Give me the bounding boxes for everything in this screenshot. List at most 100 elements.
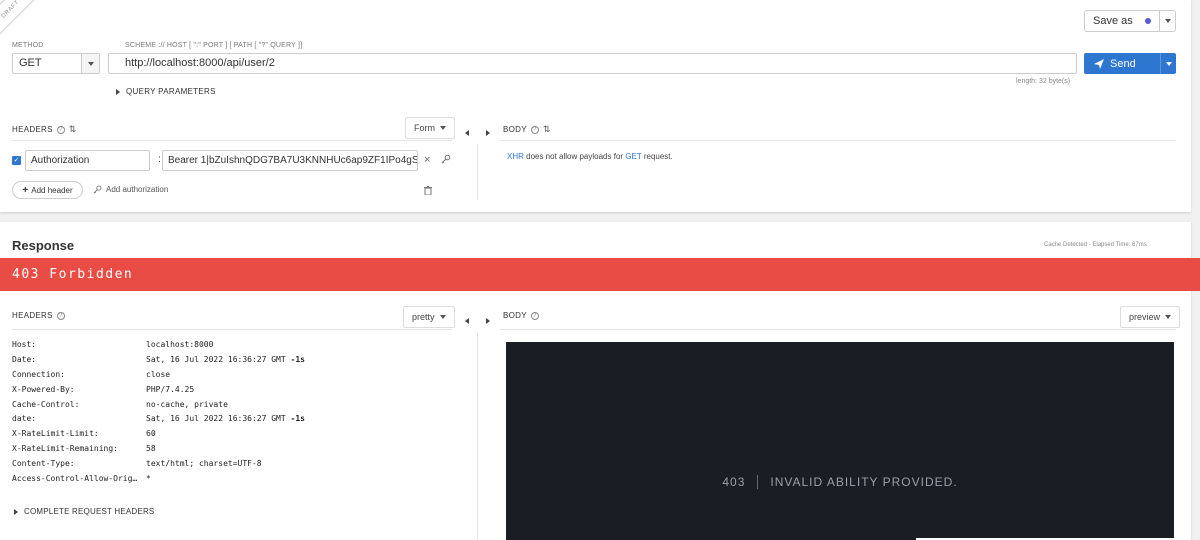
divider — [12, 329, 452, 330]
header-value: 60 — [146, 429, 156, 439]
request-body-label: BODY — [503, 125, 527, 134]
remove-header-icon[interactable]: × — [424, 154, 430, 166]
header-row: Connection: close — [12, 367, 305, 382]
method-select[interactable]: GET — [12, 53, 100, 74]
send-button[interactable]: Send — [1084, 53, 1176, 74]
chevron-down-icon — [87, 61, 94, 66]
header-name-input[interactable]: Authorization — [25, 150, 150, 171]
query-parameters-label: QUERY PARAMETERS — [126, 87, 216, 96]
plus-icon: + — [22, 184, 29, 196]
header-row: Access-Control-Allow-Orig… * — [12, 471, 305, 486]
sort-icon[interactable]: ⇅ — [69, 124, 77, 135]
method-link[interactable]: GET — [625, 152, 641, 161]
response-headers-title: HEADERS ? — [12, 311, 65, 320]
error-text: INVALID ABILITY PROVIDED. — [770, 475, 958, 489]
response-body-label: BODY — [503, 311, 527, 320]
expand-arrow-icon — [14, 508, 18, 515]
add-authorization-link[interactable]: Add authorization — [93, 185, 168, 194]
response-body-title: BODY ? — [503, 311, 539, 320]
url-format-label: SCHEME :// HOST [ ":" PORT ] [ PATH [ "?… — [125, 42, 303, 49]
help-icon[interactable]: ? — [530, 311, 539, 320]
body-preview: 403 INVALID ABILITY PROVIDED. — [506, 342, 1174, 540]
unsaved-dot-icon — [1145, 18, 1151, 24]
collapse-left-icon[interactable] — [465, 125, 469, 139]
send-label: Send — [1110, 57, 1136, 70]
xhr-link[interactable]: XHR — [507, 152, 524, 161]
header-row: Cache-Control: no-cache, private — [12, 397, 305, 412]
header-value: text/html; charset=UTF-8 — [146, 459, 262, 469]
response-headers-table: Host: localhost:8000 Date: Sat, 16 Jul 202… — [12, 337, 305, 486]
chevron-down-icon — [439, 315, 446, 319]
header-row: Date: Sat, 16 Jul 2022 16:36:27 GMT -1s — [12, 352, 305, 367]
body-note-text: does not allow payloads for — [523, 152, 626, 161]
collapse-right-icon[interactable] — [486, 313, 490, 327]
header-key: Cache-Control: — [12, 399, 80, 409]
body-note: XHR does not allow payloads for GET requ… — [507, 152, 673, 161]
header-key: X-Powered-By: — [12, 384, 75, 394]
chevron-down-icon — [1164, 19, 1171, 23]
request-headers-label: HEADERS — [12, 125, 53, 134]
collapse-left-icon[interactable] — [465, 313, 469, 327]
save-as-button[interactable]: Save as — [1084, 10, 1176, 32]
header-key: X-RateLimit-Remaining: — [12, 444, 118, 454]
header-value: Sat, 16 Jul 2022 16:36:27 GMT -1s — [146, 414, 305, 424]
header-key: Host: — [12, 339, 37, 349]
method-value: GET — [19, 57, 42, 69]
header-key: Connection: — [12, 369, 65, 379]
body-note-end: request. — [641, 152, 673, 161]
error-message: 403 INVALID ABILITY PROVIDED. — [506, 475, 1174, 489]
save-as-dropdown-toggle[interactable] — [1159, 11, 1175, 31]
send-icon — [1094, 58, 1104, 69]
header-value: 58 — [146, 444, 156, 454]
trash-icon[interactable] — [424, 184, 432, 198]
response-headers-mode-value: pretty — [412, 312, 435, 322]
response-headers-label: HEADERS — [12, 311, 53, 320]
key-icon — [93, 185, 102, 194]
help-icon[interactable]: ? — [56, 125, 65, 134]
header-row: X-RateLimit-Limit: 60 — [12, 426, 305, 441]
body-mode-value: preview — [1129, 312, 1161, 322]
send-dropdown-toggle[interactable] — [1160, 53, 1176, 74]
header-value-input[interactable]: Bearer 1|bZuIshnQDG7BA7U3KNNHUc6ap9ZF1IP… — [162, 150, 418, 171]
header-row: Host: localhost:8000 — [12, 337, 305, 352]
response-title: Response — [12, 238, 75, 253]
save-as-label: Save as — [1093, 15, 1133, 27]
header-value: Sat, 16 Jul 2022 16:36:27 GMT -1s — [146, 354, 305, 364]
add-header-button[interactable]: + Add header — [12, 181, 83, 199]
header-row: X-Powered-By: PHP/7.4.25 — [12, 382, 305, 397]
url-input[interactable]: http://localhost:8000/api/user/2 — [108, 53, 1077, 74]
request-body-title: BODY ? ⇅ — [503, 124, 551, 135]
headers-mode-value: Form — [414, 123, 435, 133]
header-key: Content-Type: — [12, 459, 75, 469]
header-value: PHP/7.4.25 — [146, 384, 195, 394]
collapse-right-icon[interactable] — [486, 125, 490, 139]
draft-ribbon: DRAFT — [0, 0, 38, 37]
header-key: date: — [12, 414, 37, 424]
method-dropdown-toggle[interactable] — [81, 54, 99, 73]
sort-icon[interactable]: ⇅ — [543, 124, 551, 135]
chevron-down-icon — [440, 126, 446, 130]
response-headers-mode-select[interactable]: pretty — [403, 306, 455, 328]
help-icon[interactable]: ? — [530, 125, 539, 134]
header-key: X-RateLimit-Limit: — [12, 429, 99, 439]
help-icon[interactable]: ? — [56, 311, 65, 320]
headers-mode-select[interactable]: Form — [405, 117, 455, 139]
body-mode-select[interactable]: preview — [1120, 306, 1181, 328]
header-value: close — [146, 369, 171, 379]
cache-info: Cache Detected - Elapsed Time: 67ms — [1044, 242, 1147, 248]
status-banner: 403 Forbidden — [0, 258, 1200, 291]
query-parameters-toggle[interactable]: QUERY PARAMETERS — [116, 87, 216, 96]
header-value: no-cache, private — [146, 399, 228, 409]
divider — [500, 329, 1176, 330]
header-enabled-checkbox[interactable]: ✓ — [12, 156, 21, 165]
divider — [477, 333, 478, 540]
header-row: date: Sat, 16 Jul 2022 16:36:27 GMT -1s — [12, 411, 305, 426]
header-value: * — [146, 473, 151, 483]
complete-request-headers-toggle[interactable]: COMPLETE REQUEST HEADERS — [14, 507, 154, 516]
response-content: HEADERS ? pretty BODY ? preview Host: loc… — [0, 291, 1191, 540]
header-key: Access-Control-Allow-Orig… — [12, 473, 138, 483]
chevron-down-icon — [1165, 61, 1172, 66]
header-row: Content-Type: text/html; charset=UTF-8 — [12, 456, 305, 471]
key-icon[interactable] — [441, 153, 451, 167]
chevron-down-icon — [1165, 315, 1172, 319]
